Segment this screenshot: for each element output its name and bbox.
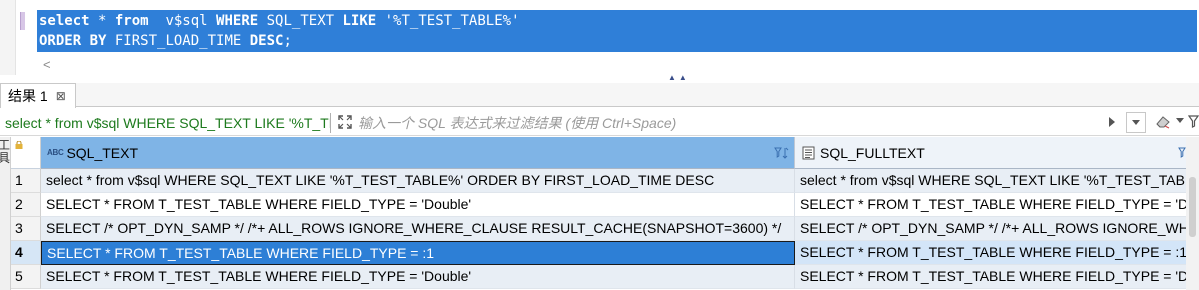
row-number[interactable]: 1: [11, 169, 41, 193]
row-number[interactable]: 5: [11, 265, 41, 289]
sql-line-1[interactable]: select * from v$sql WHERE SQL_TEXT LIKE …: [39, 11, 520, 31]
code-order-column: FIRST_LOAD_TIME: [106, 33, 250, 49]
tab-label: 结果 1: [8, 88, 48, 104]
lock-icon: [15, 141, 23, 149]
cell-sql-text[interactable]: SELECT * FROM T_TEST_TABLE WHERE FIELD_T…: [41, 193, 795, 217]
side-strip-label: 工具: [0, 139, 10, 165]
keyword-select: select: [39, 13, 90, 29]
sql-line-2[interactable]: ORDER BY FIRST_LOAD_TIME DESC;: [39, 31, 292, 51]
collapse-arrows-icon[interactable]: ▲▲: [668, 73, 690, 82]
current-statement-marker: [20, 12, 25, 30]
cell-sql-text[interactable]: SELECT /* OPT_DYN_SAMP */ /*+ ALL_ROWS I…: [41, 217, 795, 241]
eraser-icon[interactable]: [1155, 113, 1171, 129]
column-header-sql-fulltext[interactable]: SQL_FULLTEXT: [795, 137, 1199, 169]
current-query-text: select * from v$sql WHERE SQL_TEXT LIKE …: [5, 115, 330, 131]
document-icon: [802, 146, 815, 159]
divider: [330, 113, 331, 133]
filter-input[interactable]: [358, 112, 1098, 133]
editor-gutter: [0, 0, 16, 75]
cell-sql-fulltext[interactable]: select * from v$sql WHERE SQL_TEXT LIKE …: [795, 169, 1199, 193]
filter-menu-chevron-icon[interactable]: [1176, 118, 1184, 123]
column-header-sql-text[interactable]: ABC SQL_TEXT: [41, 137, 795, 169]
cell-sql-fulltext[interactable]: SELECT * FROM T_TEST_TABLE WHERE FIELD_T…: [795, 241, 1199, 265]
code-star: *: [89, 13, 115, 29]
keyword-like: LIKE: [342, 13, 377, 29]
cell-sql-text[interactable]: SELECT * FROM T_TEST_TABLE WHERE FIELD_T…: [41, 241, 795, 265]
chevron-down-icon: [1132, 120, 1140, 125]
table-row-selected[interactable]: 4 SELECT * FROM T_TEST_TABLE WHERE FIELD…: [11, 241, 1199, 265]
keyword-where: WHERE: [216, 13, 259, 29]
close-icon[interactable]: ⊠: [56, 89, 66, 103]
grid-vertical-scrollbar[interactable]: [1186, 137, 1199, 290]
filter-funnel-icon[interactable]: [1188, 113, 1199, 129]
row-number[interactable]: 2: [11, 193, 41, 217]
table-row[interactable]: 3 SELECT /* OPT_DYN_SAMP */ /*+ ALL_ROWS…: [11, 217, 1199, 241]
tab-result-1[interactable]: 结果 1 ⊠: [0, 83, 76, 108]
table-row[interactable]: 2 SELECT * FROM T_TEST_TABLE WHERE FIELD…: [11, 193, 1199, 217]
cell-sql-fulltext[interactable]: SELECT * FROM T_TEST_TABLE WHERE FIELD_T…: [795, 265, 1199, 289]
scroll-left-icon[interactable]: <: [43, 57, 57, 73]
code-column: SQL_TEXT: [258, 13, 343, 29]
grid-corner[interactable]: [11, 137, 41, 169]
row-number[interactable]: 4: [11, 241, 41, 265]
cell-sql-text[interactable]: SELECT * FROM T_TEST_TABLE WHERE FIELD_T…: [41, 265, 795, 289]
apply-filter-icon[interactable]: [1105, 114, 1119, 130]
column-label: SQL_FULLTEXT: [820, 144, 925, 161]
code-pattern: '%T_TEST_TABLE%': [376, 13, 520, 29]
code-table: v$sql: [148, 13, 217, 29]
scrollbar-thumb[interactable]: [1189, 177, 1196, 237]
expand-icon[interactable]: [337, 114, 353, 130]
result-grid[interactable]: ABC SQL_TEXT SQL_FULLTEXT 1 select * fro…: [11, 137, 1199, 290]
cell-sql-fulltext[interactable]: SELECT /* OPT_DYN_SAMP */ /*+ ALL_ROWS I…: [795, 217, 1199, 241]
panel-splitter[interactable]: ▲▲: [0, 73, 1199, 83]
editor-horizontal-scrollbar[interactable]: <: [37, 57, 1199, 73]
code-semicolon: ;: [283, 33, 292, 49]
filter-history-dropdown[interactable]: [1126, 112, 1146, 133]
sql-editor[interactable]: select * from v$sql WHERE SQL_TEXT LIKE …: [0, 0, 1199, 75]
keyword-from: from: [114, 13, 149, 29]
keyword-order-by: ORDER BY: [39, 33, 107, 49]
filter-sort-icon[interactable]: [774, 145, 790, 161]
text-type-icon: ABC: [47, 148, 64, 157]
result-tabbar: 结果 1 ⊠: [0, 83, 1199, 108]
table-row[interactable]: 5 SELECT * FROM T_TEST_TABLE WHERE FIELD…: [11, 265, 1199, 289]
cell-sql-fulltext[interactable]: SELECT * FROM T_TEST_TABLE WHERE FIELD_T…: [795, 193, 1199, 217]
column-label: SQL_TEXT: [66, 144, 139, 161]
row-number[interactable]: 3: [11, 217, 41, 241]
side-panel-strip[interactable]: 工具: [0, 137, 11, 290]
filter-bar: select * from v$sql WHERE SQL_TEXT LIKE …: [0, 108, 1199, 136]
keyword-desc: DESC: [249, 33, 284, 49]
cell-sql-text[interactable]: select * from v$sql WHERE SQL_TEXT LIKE …: [41, 169, 795, 193]
table-row[interactable]: 1 select * from v$sql WHERE SQL_TEXT LIK…: [11, 169, 1199, 193]
